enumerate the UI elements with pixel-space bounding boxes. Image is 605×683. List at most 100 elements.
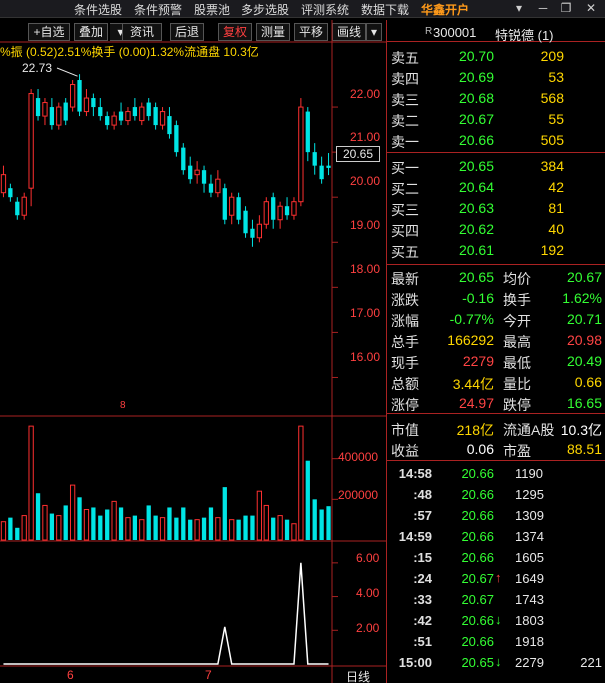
candle-body [298,106,304,203]
ask-row[interactable]: 卖三 20.68 568 [387,88,605,109]
price-tick: 16.00 [350,350,381,364]
volume-bar [132,515,138,540]
bid-row[interactable]: 买三 20.63 81 [387,198,605,219]
tick-price: 20.67 [461,571,494,586]
tick-price: 20.66 [461,613,494,628]
volume-bar [125,517,131,541]
volume-bar [243,515,248,540]
dropdown-icon[interactable]: ▾ [508,0,530,17]
volume-bar [83,509,90,541]
candle-body [174,125,179,153]
bid-row[interactable]: 买五 20.61 192 [387,240,605,261]
volume-bar [15,527,20,540]
bid-price: 20.61 [458,242,494,258]
menu-open-account[interactable]: 华鑫开户 [421,1,469,18]
volume-series [0,425,331,541]
candle-body [105,116,110,126]
bid-row[interactable]: 买二 20.64 42 [387,177,605,198]
bid-label: 买三 [391,202,419,218]
volume-bar [312,499,317,540]
tick-price: 20.67 [461,592,494,607]
stat-label: 最新 [391,271,419,287]
volume-bar [118,507,124,540]
price-tick: 21.00 [350,130,381,144]
candle-body [8,188,13,198]
candle-body [91,98,96,108]
divider [387,264,605,265]
volume-bar [159,517,166,541]
volume-bar [291,523,297,541]
volume-bar [277,515,283,541]
stat-value: 1.62% [562,290,602,306]
tick-row: :42 20.66 ↓ 1803 [387,611,605,632]
stat-label: 量比 [503,376,531,392]
tick-row: :57 20.66 1309 [387,506,605,527]
ask-volume: 55 [548,111,564,127]
bid-row[interactable]: 买四 20.62 40 [387,219,605,240]
stat-value: -0.16 [462,290,494,306]
restore-icon[interactable]: ❐ [555,0,577,17]
volume-bar [222,487,227,540]
tick-row: :48 20.66 1295 [387,485,605,506]
bid-price: 20.62 [458,221,494,237]
ask-label: 卖五 [391,50,419,66]
candle-body [222,188,227,220]
volume-bar [250,515,255,540]
volume-bar [263,504,269,541]
volume-bar [215,517,221,541]
candle-body [271,197,276,220]
stat-row: 总手 166292 最高 20.98 [387,330,605,351]
stat-value: 20.67 [566,269,602,285]
kline-chart[interactable] [0,0,386,683]
ask-price: 20.66 [458,132,494,148]
volume-bar [77,497,82,540]
stat-value: 20.65 [458,269,494,285]
tick-price: 20.65 [461,655,494,670]
candle-body [56,106,62,126]
current-price-tag: 20.65 [336,146,380,162]
volume-bar [236,519,241,540]
divider [387,413,605,414]
ask-row[interactable]: 卖一 20.66 505 [387,130,605,151]
period-label[interactable]: 日线 [346,668,370,683]
minimize-icon[interactable]: ─ [532,0,554,17]
ask-row[interactable]: 卖四 20.69 53 [387,67,605,88]
quote-panel: R 300001 特锐德 (1) 卖五 20.70 209 卖四 20.69 53 卖三 20… [386,20,605,683]
x-axis-label: 7 [205,668,212,682]
ask-row[interactable]: 卖二 20.67 55 [387,109,605,130]
stat-label: 最高 [503,334,531,350]
stat-value: 3.44亿 [452,376,494,392]
candle-body [21,196,27,216]
volume-bar [208,507,214,540]
volume-bar [35,493,41,540]
high-price-marker: 22.73 [22,61,53,75]
candle-body [125,111,131,122]
r-mark: R [425,26,433,37]
bid-label: 买四 [391,223,419,239]
stat-row: 涨幅 -0.77% 今开 20.71 [387,309,605,330]
tick-row: 14:59 20.66 1374 [387,527,605,548]
volume-bar [146,505,151,540]
tick-volume: 1295 [515,487,544,502]
indicator-tick: 6.00 [356,551,380,565]
bid-row[interactable]: 买一 20.65 384 [387,156,605,177]
stat-label: 涨停 [391,397,419,413]
volume-bar [167,507,172,540]
indicator-tick: 2.00 [356,621,380,635]
stat-label: 最低 [503,355,531,371]
indicator-tick: 4.00 [356,586,380,600]
tick-time: :24 [413,571,432,586]
stat-label: 均价 [503,271,531,287]
stat-row: 现手 2279 最低 20.49 [387,351,605,372]
candle-body [83,97,90,113]
candle-body [284,206,290,216]
stat-label: 跌停 [503,397,531,413]
close-icon[interactable]: ✕ [580,0,602,17]
candle-body [326,165,331,168]
ask-row[interactable]: 卖五 20.70 209 [387,46,605,67]
stat-label: 换手 [503,292,531,308]
stat-value: 20.71 [566,311,602,327]
candle-body [28,93,34,189]
tick-time: 15:00 [398,655,432,670]
ask-price: 20.69 [458,69,494,85]
